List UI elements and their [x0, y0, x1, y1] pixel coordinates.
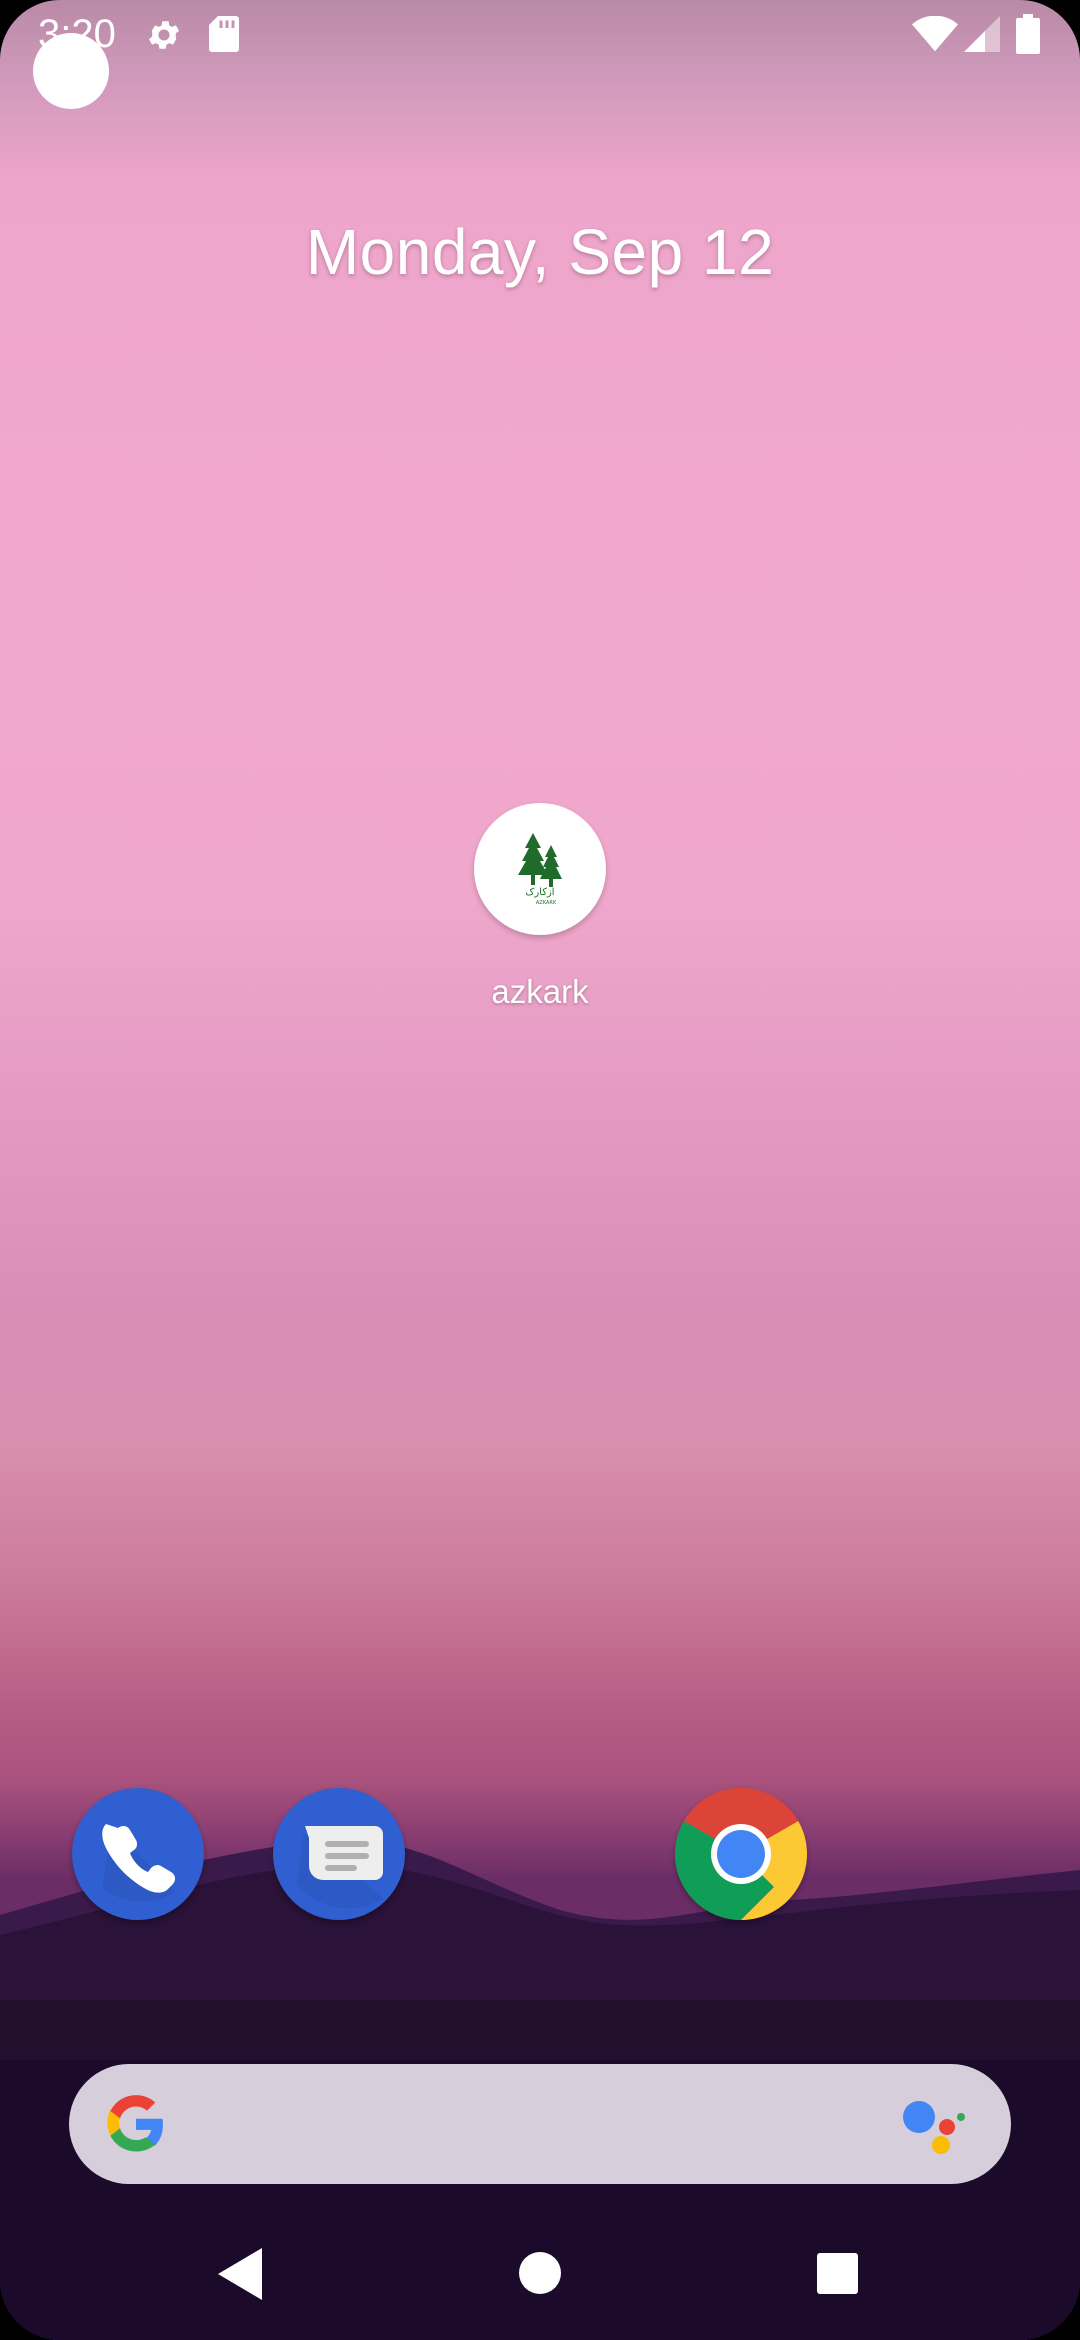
- svg-text:ازکارک: ازکارک: [525, 887, 554, 898]
- recents-icon[interactable]: [817, 2253, 858, 2294]
- chrome-icon[interactable]: [674, 1787, 808, 1920]
- svg-text:AZKARK: AZKARK: [536, 900, 557, 906]
- chrome-logo-icon: [674, 1787, 808, 1920]
- azkark-app-label: azkark: [491, 973, 589, 1010]
- google-g-icon: [107, 2095, 163, 2152]
- touch-indicator: [33, 33, 109, 109]
- messages-icon[interactable]: [273, 1788, 405, 1920]
- phone-handset-icon: [102, 1824, 176, 1902]
- message-bubble-icon: [297, 1826, 383, 1909]
- status-bar: 3:20: [0, 0, 1080, 70]
- azkark-app-icon[interactable]: ازکارک AZKARK: [474, 803, 606, 935]
- settings-icon: [148, 21, 180, 49]
- home-screen: 3:20 Monday, Sep 12 ا: [0, 0, 1080, 2340]
- sd-card-icon: [209, 16, 239, 52]
- back-icon[interactable]: [218, 2248, 262, 2300]
- date-widget[interactable]: Monday, Sep 12: [0, 215, 1080, 289]
- tree-logo-icon: ازکارک AZKARK: [518, 833, 562, 906]
- home-icon[interactable]: [519, 2252, 561, 2294]
- phone-icon[interactable]: [72, 1788, 204, 1920]
- google-search-bar[interactable]: [69, 2064, 1011, 2184]
- wifi-icon: [912, 16, 958, 52]
- cell-signal-icon: [964, 16, 1000, 52]
- wallpaper-hills: [0, 1839, 1080, 2340]
- google-assistant-icon: [903, 2101, 965, 2154]
- battery-icon: [1016, 14, 1040, 54]
